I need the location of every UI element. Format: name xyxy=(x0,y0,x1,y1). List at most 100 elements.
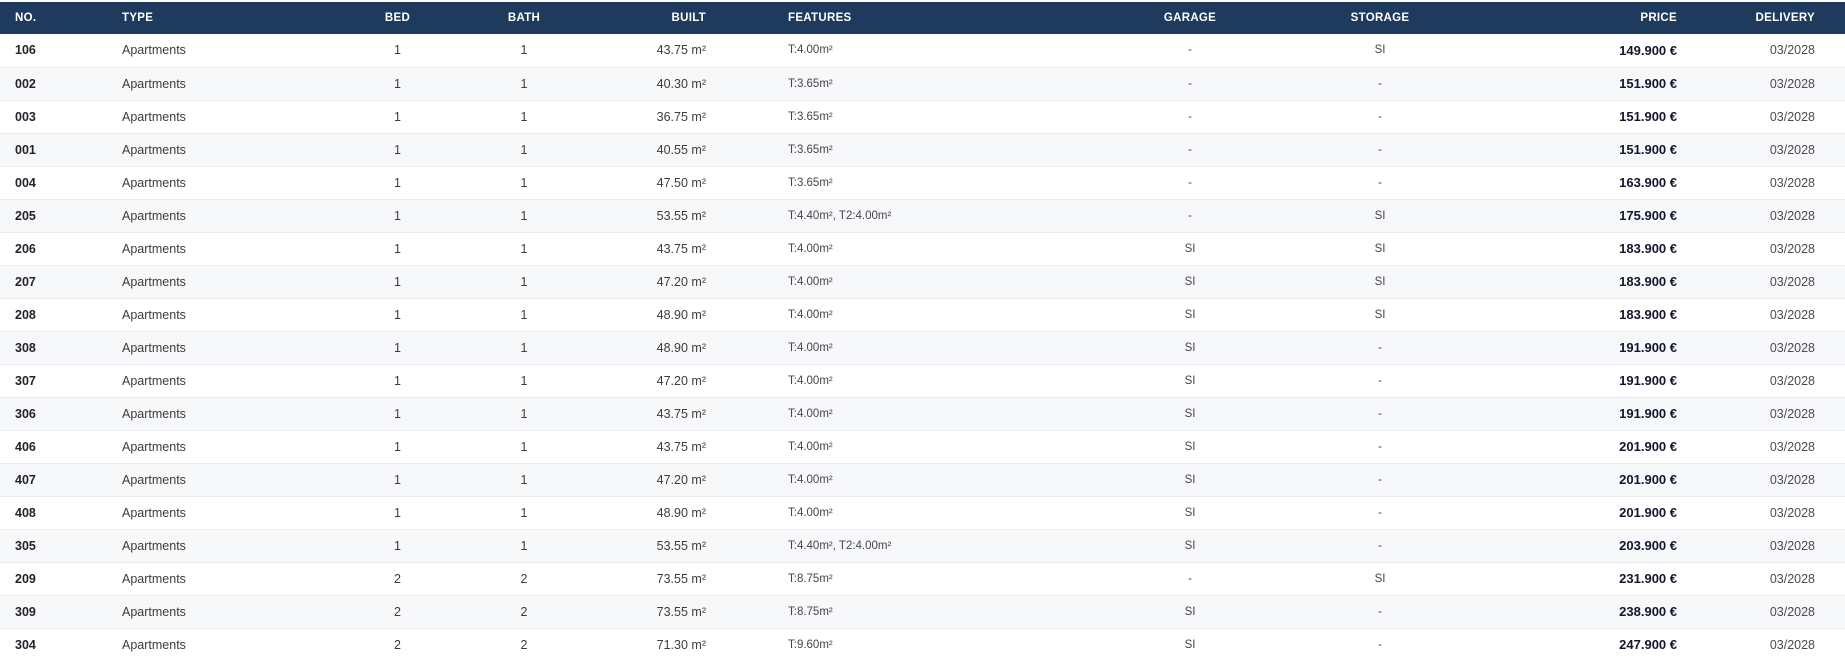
table-row[interactable]: 408 Apartments 1 1 48.90 m² T:4.00m² SI - 201.90… xyxy=(0,496,1845,529)
cell-no: 309 xyxy=(15,604,36,619)
cell-features: T:4.00m² xyxy=(788,473,833,486)
cell-built: 53.55 m² xyxy=(656,538,706,553)
cell-type: Apartments xyxy=(122,571,186,586)
cell-storage: - xyxy=(1378,341,1382,354)
table-row[interactable]: 307 Apartments 1 1 47.20 m² T:4.00m² SI - 191.90… xyxy=(0,364,1845,397)
column-header-delivery[interactable]: DELIVERY xyxy=(1690,2,1845,34)
cell-bed: 1 xyxy=(394,241,401,256)
cell-price: 231.900 € xyxy=(1619,571,1677,586)
cell-no: 003 xyxy=(15,109,36,124)
cell-bath: 1 xyxy=(520,439,528,454)
table-row[interactable]: 206 Apartments 1 1 43.75 m² T:4.00m² SI SI 183.9… xyxy=(0,232,1845,265)
column-header-garage[interactable]: GARAGE xyxy=(1090,2,1290,34)
cell-no: 406 xyxy=(15,439,36,454)
cell-type: Apartments xyxy=(122,208,186,223)
column-header-features[interactable]: FEATURES xyxy=(712,2,1090,34)
table-row[interactable]: 209 Apartments 2 2 73.55 m² T:8.75m² - SI 231.90… xyxy=(0,562,1845,595)
cell-bed: 1 xyxy=(394,505,401,520)
cell-price: 191.900 € xyxy=(1619,340,1677,355)
table-row[interactable]: 205 Apartments 1 1 53.55 m² T:4.40m², T2:4.00… xyxy=(0,199,1845,232)
cell-bath: 1 xyxy=(520,406,528,421)
table-row[interactable]: 304 Apartments 2 2 71.30 m² T:9.60m² SI - 247.90… xyxy=(0,628,1845,661)
table-row[interactable]: 406 Apartments 1 1 43.75 m² T:4.00m² SI - 201.90… xyxy=(0,430,1845,463)
cell-no: 307 xyxy=(15,373,36,388)
cell-price: 151.900 € xyxy=(1619,109,1677,124)
cell-built: 43.75 m² xyxy=(656,439,706,454)
cell-built: 47.20 m² xyxy=(656,373,706,388)
table-row[interactable]: 306 Apartments 1 1 43.75 m² T:4.00m² SI - 191.90… xyxy=(0,397,1845,430)
cell-built: 73.55 m² xyxy=(656,604,706,619)
cell-no: 207 xyxy=(15,274,36,289)
cell-delivery: 03/2028 xyxy=(1769,142,1815,157)
cell-garage: SI xyxy=(1184,374,1196,387)
cell-bath: 2 xyxy=(520,637,528,652)
cell-no: 209 xyxy=(15,571,36,586)
table-row[interactable]: 407 Apartments 1 1 47.20 m² T:4.00m² SI - 201.90… xyxy=(0,463,1845,496)
cell-delivery: 03/2028 xyxy=(1769,439,1815,454)
cell-features: T:9.60m² xyxy=(788,638,833,651)
table-row[interactable]: 309 Apartments 2 2 73.55 m² T:8.75m² SI - 238.90… xyxy=(0,595,1845,628)
cell-built: 43.75 m² xyxy=(656,406,706,421)
column-header-price[interactable]: PRICE xyxy=(1470,2,1690,34)
cell-bed: 1 xyxy=(394,406,401,421)
cell-features: T:4.00m² xyxy=(788,506,833,519)
cell-storage: SI xyxy=(1374,572,1386,585)
cell-delivery: 03/2028 xyxy=(1769,241,1815,256)
cell-delivery: 03/2028 xyxy=(1769,505,1815,520)
cell-delivery: 03/2028 xyxy=(1769,76,1815,91)
column-header-bed[interactable]: BED xyxy=(335,2,460,34)
cell-bed: 1 xyxy=(394,43,401,58)
cell-garage: SI xyxy=(1184,638,1196,651)
cell-built: 71.30 m² xyxy=(656,637,706,652)
column-header-built[interactable]: BUILT xyxy=(588,2,712,34)
cell-price: 175.900 € xyxy=(1619,208,1677,223)
cell-storage: - xyxy=(1378,473,1382,486)
cell-garage: SI xyxy=(1184,539,1196,552)
table-row[interactable]: 004 Apartments 1 1 47.50 m² T:3.65m² - - 163.900… xyxy=(0,166,1845,199)
cell-bed: 1 xyxy=(394,340,401,355)
cell-built: 48.90 m² xyxy=(656,340,706,355)
table-row[interactable]: 207 Apartments 1 1 47.20 m² T:4.00m² SI SI 183.9… xyxy=(0,265,1845,298)
cell-delivery: 03/2028 xyxy=(1769,406,1815,421)
cell-delivery: 03/2028 xyxy=(1769,43,1815,58)
cell-price: 151.900 € xyxy=(1619,76,1677,91)
cell-type: Apartments xyxy=(122,142,186,157)
column-header-bath[interactable]: BATH xyxy=(460,2,588,34)
cell-price: 151.900 € xyxy=(1619,142,1677,157)
cell-built: 43.75 m² xyxy=(656,43,706,58)
cell-delivery: 03/2028 xyxy=(1769,109,1815,124)
cell-features: T:3.65m² xyxy=(788,110,833,123)
cell-bed: 1 xyxy=(394,538,401,553)
column-header-no[interactable]: NO. xyxy=(0,2,110,34)
cell-built: 40.55 m² xyxy=(656,142,706,157)
cell-storage: - xyxy=(1378,407,1382,420)
column-header-storage[interactable]: STORAGE xyxy=(1290,2,1470,34)
cell-bath: 1 xyxy=(520,307,528,322)
cell-storage: SI xyxy=(1374,242,1386,255)
cell-no: 208 xyxy=(15,307,36,322)
table-row[interactable]: 305 Apartments 1 1 53.55 m² T:4.40m², T2:4.00… xyxy=(0,529,1845,562)
cell-bath: 1 xyxy=(520,373,528,388)
cell-type: Apartments xyxy=(122,373,186,388)
cell-built: 47.20 m² xyxy=(656,472,706,487)
cell-no: 004 xyxy=(15,175,36,190)
cell-no: 408 xyxy=(15,505,36,520)
cell-type: Apartments xyxy=(122,274,186,289)
cell-storage: - xyxy=(1378,638,1382,651)
cell-bath: 1 xyxy=(520,538,528,553)
table-row[interactable]: 002 Apartments 1 1 40.30 m² T:3.65m² - - 151.900… xyxy=(0,67,1845,100)
column-header-type[interactable]: TYPE xyxy=(110,2,335,34)
table-row[interactable]: 208 Apartments 1 1 48.90 m² T:4.00m² SI SI 183.9… xyxy=(0,298,1845,331)
cell-bath: 1 xyxy=(520,208,528,223)
cell-type: Apartments xyxy=(122,439,186,454)
table-row[interactable]: 001 Apartments 1 1 40.55 m² T:3.65m² - - 151.900… xyxy=(0,133,1845,166)
cell-delivery: 03/2028 xyxy=(1769,340,1815,355)
cell-no: 308 xyxy=(15,340,36,355)
table-row[interactable]: 308 Apartments 1 1 48.90 m² T:4.00m² SI - 191.90… xyxy=(0,331,1845,364)
table-row[interactable]: 003 Apartments 1 1 36.75 m² T:3.65m² - - 151.900… xyxy=(0,100,1845,133)
table-row[interactable]: 106 Apartments 1 1 43.75 m² T:4.00m² - SI 149.90… xyxy=(0,34,1845,67)
cell-built: 73.55 m² xyxy=(656,571,706,586)
cell-storage: - xyxy=(1378,605,1382,618)
cell-features: T:4.00m² xyxy=(788,308,833,321)
cell-price: 183.900 € xyxy=(1619,274,1677,289)
